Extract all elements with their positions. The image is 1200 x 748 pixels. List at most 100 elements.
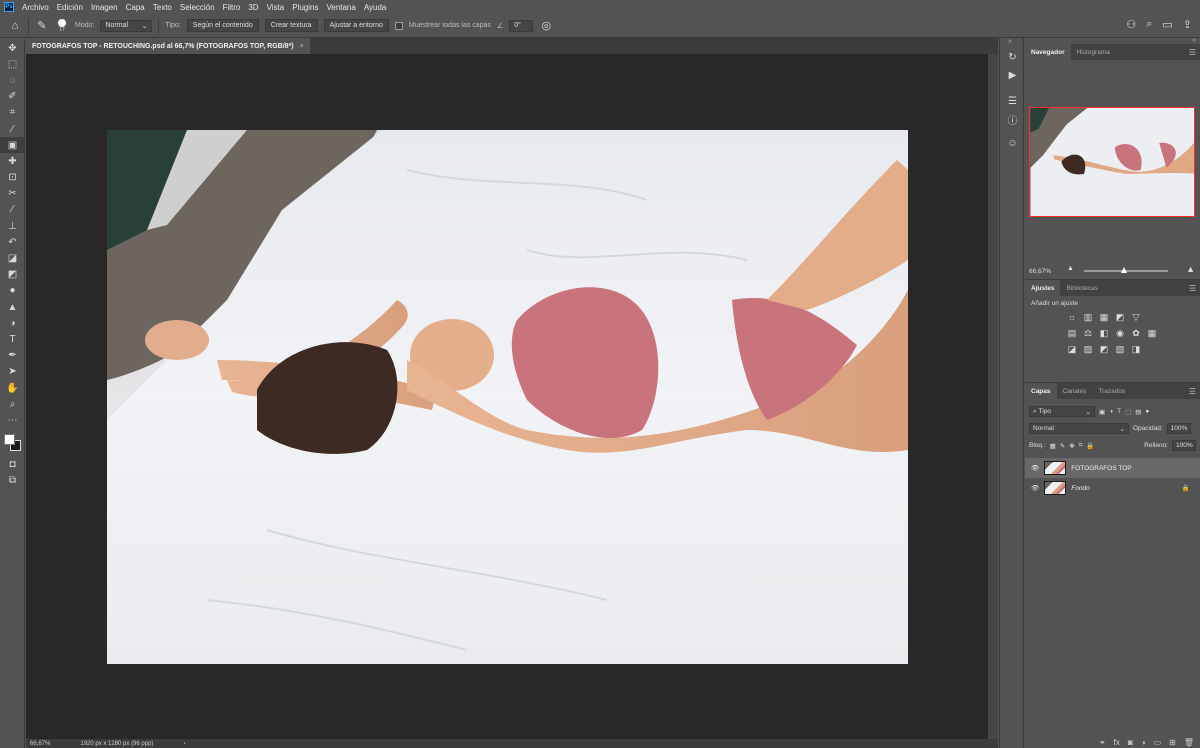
channel-mixer-icon[interactable]: ✿ xyxy=(1130,327,1142,339)
link-layers-icon[interactable]: ⚭ xyxy=(1099,738,1106,747)
hue-saturation-icon[interactable]: ▤ xyxy=(1066,327,1078,339)
lasso-tool-icon[interactable]: ◌ xyxy=(0,72,25,88)
filter-pixel-icon[interactable]: ▣ xyxy=(1099,408,1105,416)
layer-style-icon[interactable]: fx xyxy=(1114,738,1120,747)
tab-layers[interactable]: Capas xyxy=(1025,383,1057,399)
filter-smart-icon[interactable]: ▤ xyxy=(1135,408,1141,416)
zoom-slider-handle[interactable] xyxy=(1121,267,1127,273)
menu-texto[interactable]: Texto xyxy=(149,3,176,12)
document-image[interactable] xyxy=(107,130,908,664)
collapse-panels-icon[interactable]: « xyxy=(1192,37,1196,44)
export-icon[interactable]: ⇪ xyxy=(1183,18,1192,31)
healing-brush-preset-icon[interactable]: ✎ xyxy=(35,19,49,33)
sample-all-layers-checkbox[interactable] xyxy=(394,21,403,30)
healing-brush-tool-icon[interactable]: ✚ xyxy=(0,153,25,169)
angle-input[interactable]: 0° xyxy=(509,19,534,32)
menu-imagen[interactable]: Imagen xyxy=(87,3,122,12)
actions-panel-icon[interactable]: ▶ xyxy=(1000,66,1025,84)
new-layer-icon[interactable]: ⊞ xyxy=(1169,738,1176,747)
paint-bucket-tool-icon[interactable]: ◩ xyxy=(0,267,25,283)
patch-tool-icon[interactable]: ⊡ xyxy=(0,170,25,186)
gradient-map-icon[interactable]: ▧ xyxy=(1114,343,1126,355)
brush-tool-icon[interactable]: ⁄ xyxy=(0,202,25,218)
pen-tool-icon[interactable]: ✒ xyxy=(0,348,25,364)
history-panel-icon[interactable]: ↻ xyxy=(1000,48,1025,66)
menu-archivo[interactable]: Archivo xyxy=(18,3,53,12)
collapse-strip-icon[interactable]: » xyxy=(1008,38,1012,45)
new-group-icon[interactable]: ▭ xyxy=(1154,738,1162,747)
color-balance-icon[interactable]: ⚖ xyxy=(1082,327,1094,339)
filter-type-icon[interactable]: T xyxy=(1117,408,1121,415)
quick-select-tool-icon[interactable]: ✐ xyxy=(0,89,25,105)
sharpen-tool-icon[interactable]: ▲ xyxy=(0,299,25,315)
lock-artboard-icon[interactable]: ⌗ xyxy=(1079,442,1083,450)
menu-capa[interactable]: Capa xyxy=(122,3,149,12)
pressure-size-icon[interactable]: ◎ xyxy=(539,19,553,33)
panel-menu-icon[interactable]: ☰ xyxy=(1189,284,1196,293)
photo-filter-icon[interactable]: ◉ xyxy=(1114,327,1126,339)
path-select-tool-icon[interactable]: ➤ xyxy=(0,364,25,380)
menu-vista[interactable]: Vista xyxy=(263,3,289,12)
content-aware-move-tool-icon[interactable]: ✂ xyxy=(0,186,25,202)
exposure-icon[interactable]: ◩ xyxy=(1114,311,1126,323)
status-menu-arrow[interactable]: › xyxy=(183,741,185,747)
invert-icon[interactable]: ◪ xyxy=(1066,343,1078,355)
eyedropper-tool-icon[interactable]: ⁄ xyxy=(0,121,25,137)
navigator-thumbnail[interactable] xyxy=(1029,107,1195,217)
tab-channels[interactable]: Canales xyxy=(1057,383,1093,399)
menu-plugins[interactable]: Plugins xyxy=(288,3,322,12)
info-panel-icon[interactable]: ⓘ xyxy=(1000,110,1025,128)
history-brush-tool-icon[interactable]: ↶ xyxy=(0,234,25,250)
menu-ventana[interactable]: Ventana xyxy=(322,3,359,12)
menu-3d[interactable]: 3D xyxy=(244,3,262,12)
filter-adjustment-icon[interactable]: ◑ xyxy=(1109,408,1113,415)
lock-transparency-icon[interactable]: ▦ xyxy=(1050,442,1056,450)
filter-shape-icon[interactable]: ⬚ xyxy=(1125,408,1131,416)
dodge-tool-icon[interactable]: ◑ xyxy=(0,315,25,331)
create-texture-button[interactable]: Crear textura xyxy=(264,19,318,32)
layer-row[interactable]: 👁 FOTOGRAFOS TOP xyxy=(1025,458,1200,478)
menu-seleccion[interactable]: Selección xyxy=(176,3,219,12)
tab-libraries[interactable]: Bibliotecas xyxy=(1060,280,1103,296)
threshold-icon[interactable]: ◩ xyxy=(1098,343,1110,355)
content-aware-button[interactable]: Según el contenido xyxy=(186,19,259,32)
color-lookup-icon[interactable]: ▦ xyxy=(1146,327,1158,339)
blend-mode-select[interactable]: Normal ⌄ xyxy=(1029,423,1129,434)
panel-menu-icon[interactable]: ☰ xyxy=(1189,387,1196,396)
quick-mask-icon[interactable]: ◘ xyxy=(0,457,25,473)
add-mask-icon[interactable]: ◙ xyxy=(1128,738,1133,747)
menu-edicion[interactable]: Edición xyxy=(53,3,87,12)
share-icon[interactable]: ⚇ xyxy=(1126,18,1136,31)
tab-navigator[interactable]: Navegador xyxy=(1025,44,1071,60)
visibility-eye-icon[interactable]: 👁 xyxy=(1031,464,1039,472)
menu-ayuda[interactable]: Ayuda xyxy=(360,3,391,12)
layer-row[interactable]: 👁 Fondo 🔒 xyxy=(1025,478,1200,498)
new-adjustment-icon[interactable]: ◑ xyxy=(1141,738,1146,747)
document-tab[interactable]: FOTOGRAFOS TOP - RETOUCHING.psd al 66,7%… xyxy=(26,38,310,54)
move-tool-icon[interactable]: ✥ xyxy=(0,40,25,56)
posterize-icon[interactable]: ▨ xyxy=(1082,343,1094,355)
clone-stamp-tool-icon[interactable]: ⊥ xyxy=(0,218,25,234)
mode-select[interactable]: Normal ⌄ xyxy=(100,19,153,32)
menu-filtro[interactable]: Filtro xyxy=(219,3,245,12)
lock-pixels-icon[interactable]: ✎ xyxy=(1060,442,1065,450)
home-icon[interactable]: ⌂ xyxy=(8,19,22,33)
type-tool-icon[interactable]: T xyxy=(0,331,25,347)
vibrance-icon[interactable]: ▽ xyxy=(1130,311,1142,323)
zoom-in-icon[interactable]: ▲ xyxy=(1186,264,1195,274)
eraser-tool-icon[interactable]: ◪ xyxy=(0,250,25,266)
tab-histogram[interactable]: Histograma xyxy=(1071,44,1116,60)
curves-icon[interactable]: ▦ xyxy=(1098,311,1110,323)
status-zoom[interactable]: 66,67% xyxy=(30,741,50,747)
hand-tool-icon[interactable]: ✋ xyxy=(0,380,25,396)
visibility-eye-icon[interactable]: 👁 xyxy=(1031,484,1039,492)
delete-layer-icon[interactable]: 🗑 xyxy=(1184,738,1194,747)
search-icon[interactable]: ⌕ xyxy=(1146,18,1152,31)
comments-panel-icon[interactable]: ☺ xyxy=(1000,134,1025,152)
screen-mode-icon[interactable]: ⧉ xyxy=(0,473,25,489)
vertical-scrollbar[interactable] xyxy=(988,54,998,739)
levels-icon[interactable]: ▥ xyxy=(1082,311,1094,323)
crop-tool-icon[interactable]: ⌗ xyxy=(0,105,25,121)
proximity-match-button[interactable]: Ajustar a entorno xyxy=(323,19,389,32)
tab-adjustments[interactable]: Ajustes xyxy=(1025,280,1061,296)
